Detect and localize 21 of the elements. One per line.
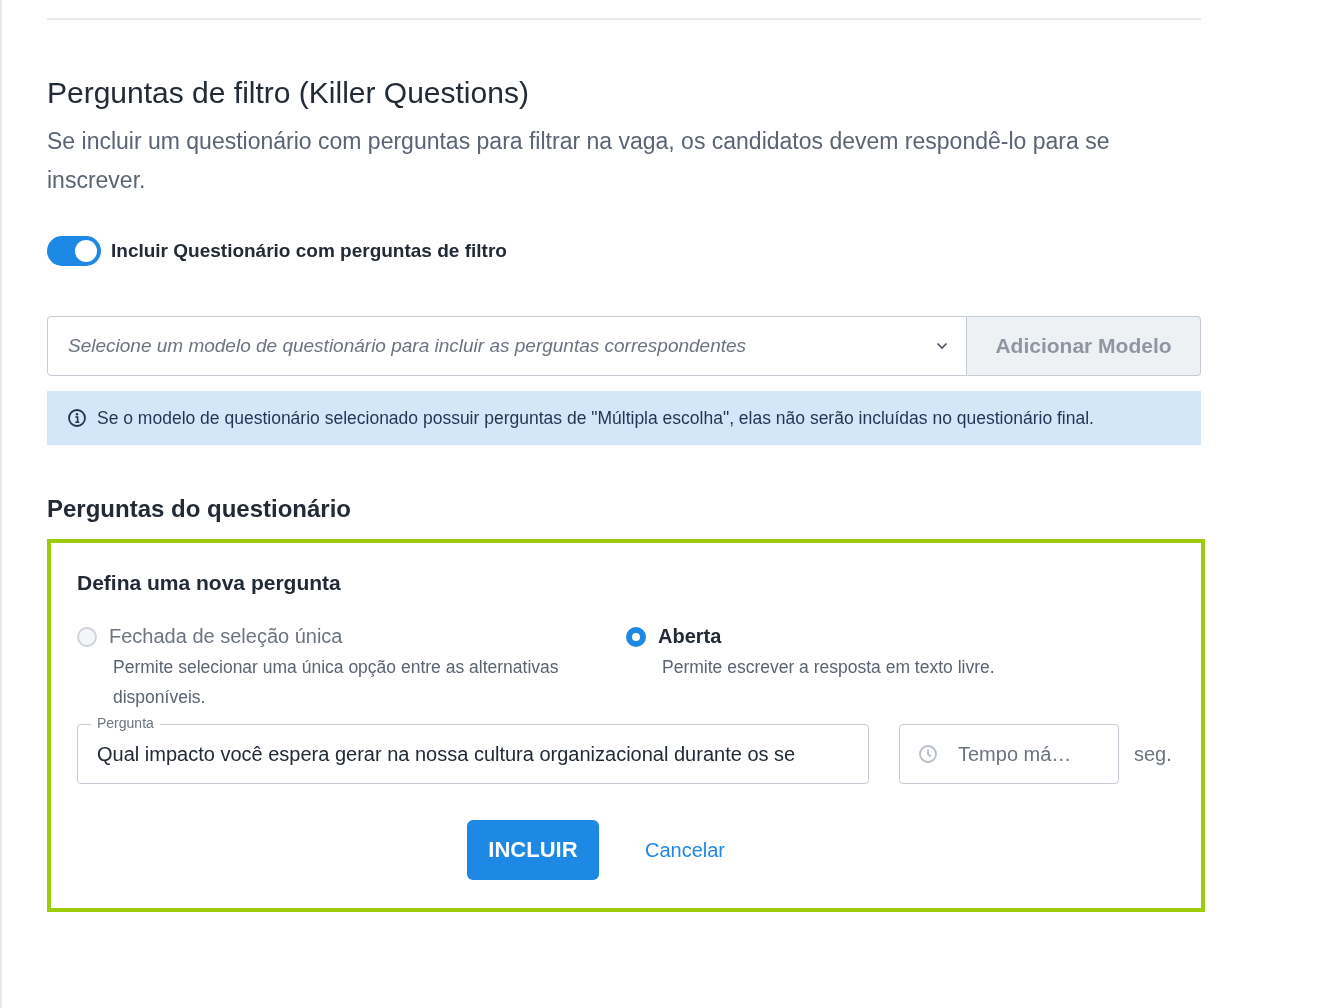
info-icon	[67, 408, 87, 428]
template-select[interactable]: Selecione um modelo de questionário para incluir as perguntas correspondentes	[47, 316, 967, 376]
unit-label: seg.	[1134, 742, 1172, 766]
card-title: Defina uma nova pergunta	[77, 571, 342, 595]
option-description: Permite escrever a resposta em texto livre.	[662, 656, 996, 679]
toggle-label: Incluir Questionário com perguntas de filtro	[111, 240, 507, 262]
cancel-link[interactable]: Cancelar	[644, 838, 725, 862]
chevron-down-icon	[936, 342, 948, 350]
section-title: Perguntas de filtro (Killer Questions)	[47, 76, 530, 110]
question-field[interactable]: Pergunta Qual impacto você espera gerar na nossa cultura organizacional durante os se	[77, 714, 869, 784]
toggle-switch[interactable]	[47, 236, 101, 266]
option-label: Aberta	[658, 625, 722, 648]
clock-icon	[918, 744, 938, 764]
radio-button[interactable]	[626, 626, 646, 647]
time-field[interactable]: Tempo má…	[899, 724, 1119, 784]
option-label: Fechada de seleção única	[109, 625, 343, 648]
include-button[interactable]: INCLUIR	[466, 820, 599, 880]
section-description: Se incluir um questionário com perguntas para filtrar na vaga, os candidatos devem respondê-lo para se inscrever.	[47, 127, 1111, 195]
alert-text: Se o modelo de questionário selecionado possuir perguntas de "Múltipla escolha", elas não serão incluídas no questionário final.	[97, 407, 1094, 430]
questions-heading: Perguntas do questionário	[47, 495, 353, 523]
option-description: Permite selecionar uma única opção entre as alternativas disponíveis.	[113, 656, 560, 709]
